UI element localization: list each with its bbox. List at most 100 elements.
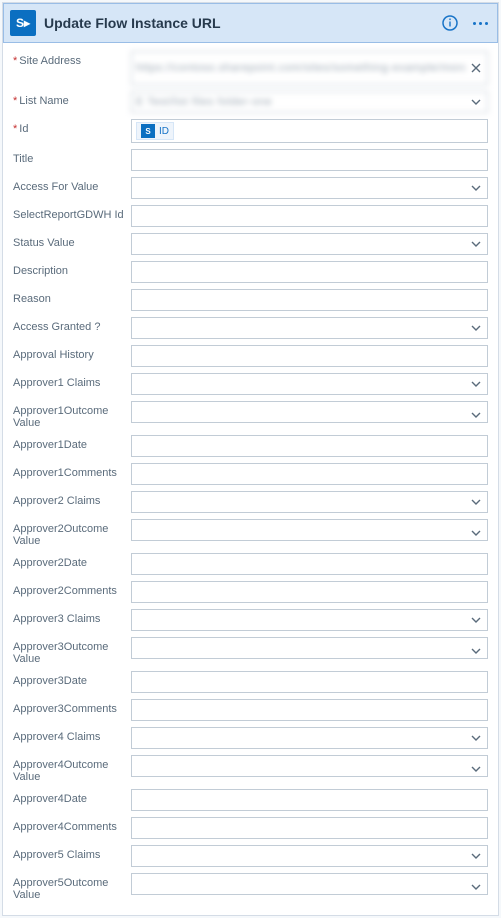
row-site-address: Site Address [11, 51, 490, 85]
row-approver4_date: Approver4Date [11, 789, 490, 811]
chevron-down-icon[interactable] [464, 177, 488, 199]
label-approver3_claims: Approver3 Claims [11, 609, 131, 631]
label-site-address: Site Address [11, 51, 131, 85]
approver4_comments-input[interactable] [131, 817, 488, 839]
row-approver3_outcome: Approver3Outcome Value [11, 637, 490, 665]
label-approver1_comments: Approver1Comments [11, 463, 131, 485]
label-title: Title [11, 149, 131, 171]
label-approver1_claims: Approver1 Claims [11, 373, 131, 395]
row-approver4_outcome: Approver4Outcome Value [11, 755, 490, 783]
row-approver2_outcome: Approver2Outcome Value [11, 519, 490, 547]
more-icon[interactable] [469, 12, 491, 34]
selectreport_id-input[interactable] [131, 205, 488, 227]
card-title: Update Flow Instance URL [44, 15, 431, 31]
row-approver3_comments: Approver3Comments [11, 699, 490, 721]
label-approver4_date: Approver4Date [11, 789, 131, 811]
list-name-input[interactable] [131, 91, 488, 113]
title-input[interactable] [131, 149, 488, 171]
label-approver5_outcome: Approver5Outcome Value [11, 873, 131, 901]
label-approver5_claims: Approver5 Claims [11, 845, 131, 867]
chevron-down-icon[interactable] [464, 317, 488, 339]
row-list-name: List Name [11, 91, 490, 113]
approver2_date-input[interactable] [131, 553, 488, 575]
card-body: Site Address List Name Id S ID Title Access … [3, 43, 498, 915]
chevron-down-icon[interactable] [464, 91, 488, 113]
sharepoint-icon: S [141, 124, 155, 138]
row-approver2_comments: Approver2Comments [11, 581, 490, 603]
approver5_claims-input[interactable] [131, 845, 488, 867]
label-approver3_comments: Approver3Comments [11, 699, 131, 721]
row-reason: Reason [11, 289, 490, 311]
approver2_comments-input[interactable] [131, 581, 488, 603]
label-approver1_date: Approver1Date [11, 435, 131, 457]
approver3_outcome-input[interactable] [131, 637, 488, 659]
label-selectreport_id: SelectReportGDWH Id [11, 205, 131, 227]
approver1_comments-input[interactable] [131, 463, 488, 485]
info-icon[interactable] [439, 12, 461, 34]
approver1_date-input[interactable] [131, 435, 488, 457]
approver4_claims-input[interactable] [131, 727, 488, 749]
id-input[interactable]: S ID [131, 119, 488, 143]
label-access_granted: Access Granted ? [11, 317, 131, 339]
approver4_outcome-input[interactable] [131, 755, 488, 777]
site-address-input[interactable] [131, 51, 488, 85]
approver5_outcome-input[interactable] [131, 873, 488, 895]
row-approver5_claims: Approver5 Claims [11, 845, 490, 867]
id-chip[interactable]: S ID [136, 122, 174, 140]
row-approver1_outcome: Approver1Outcome Value [11, 401, 490, 429]
chevron-down-icon[interactable] [464, 873, 488, 901]
chevron-down-icon[interactable] [464, 373, 488, 395]
row-title: Title [11, 149, 490, 171]
approver3_date-input[interactable] [131, 671, 488, 693]
row-status_value: Status Value [11, 233, 490, 255]
chevron-down-icon[interactable] [464, 609, 488, 631]
card-header[interactable]: S▸ Update Flow Instance URL [3, 3, 498, 43]
approver1_claims-input[interactable] [131, 373, 488, 395]
chip-label: ID [159, 126, 169, 137]
chevron-down-icon[interactable] [464, 401, 488, 429]
label-approver4_outcome: Approver4Outcome Value [11, 755, 131, 783]
label-access_for_value: Access For Value [11, 177, 131, 199]
label-id: Id [11, 119, 131, 143]
chevron-down-icon[interactable] [464, 491, 488, 513]
label-approver1_outcome: Approver1Outcome Value [11, 401, 131, 429]
row-approver1_comments: Approver1Comments [11, 463, 490, 485]
approver1_outcome-input[interactable] [131, 401, 488, 423]
approver2_claims-input[interactable] [131, 491, 488, 513]
chevron-down-icon[interactable] [464, 637, 488, 665]
flow-action-card: S▸ Update Flow Instance URL Site Address… [2, 2, 499, 916]
row-approver1_claims: Approver1 Claims [11, 373, 490, 395]
row-approver5_outcome: Approver5Outcome Value [11, 873, 490, 901]
row-approver4_claims: Approver4 Claims [11, 727, 490, 749]
row-id: Id S ID [11, 119, 490, 143]
label-approver3_date: Approver3Date [11, 671, 131, 693]
reason-input[interactable] [131, 289, 488, 311]
row-approver2_date: Approver2Date [11, 553, 490, 575]
label-description: Description [11, 261, 131, 283]
chevron-down-icon[interactable] [464, 755, 488, 783]
row-description: Description [11, 261, 490, 283]
approver3_comments-input[interactable] [131, 699, 488, 721]
approval_history-input[interactable] [131, 345, 488, 367]
access_for_value-input[interactable] [131, 177, 488, 199]
approver2_outcome-input[interactable] [131, 519, 488, 541]
row-approver3_date: Approver3Date [11, 671, 490, 693]
chevron-down-icon[interactable] [464, 727, 488, 749]
label-approver4_claims: Approver4 Claims [11, 727, 131, 749]
row-access_for_value: Access For Value [11, 177, 490, 199]
access_granted-input[interactable] [131, 317, 488, 339]
approver3_claims-input[interactable] [131, 609, 488, 631]
row-approver1_date: Approver1Date [11, 435, 490, 457]
label-approver3_outcome: Approver3Outcome Value [11, 637, 131, 665]
row-approval_history: Approval History [11, 345, 490, 367]
chevron-down-icon[interactable] [464, 519, 488, 547]
clear-icon[interactable] [464, 51, 488, 85]
label-approver2_date: Approver2Date [11, 553, 131, 575]
description-input[interactable] [131, 261, 488, 283]
status_value-input[interactable] [131, 233, 488, 255]
chevron-down-icon[interactable] [464, 845, 488, 867]
label-approver2_comments: Approver2Comments [11, 581, 131, 603]
chevron-down-icon[interactable] [464, 233, 488, 255]
approver4_date-input[interactable] [131, 789, 488, 811]
label-status_value: Status Value [11, 233, 131, 255]
